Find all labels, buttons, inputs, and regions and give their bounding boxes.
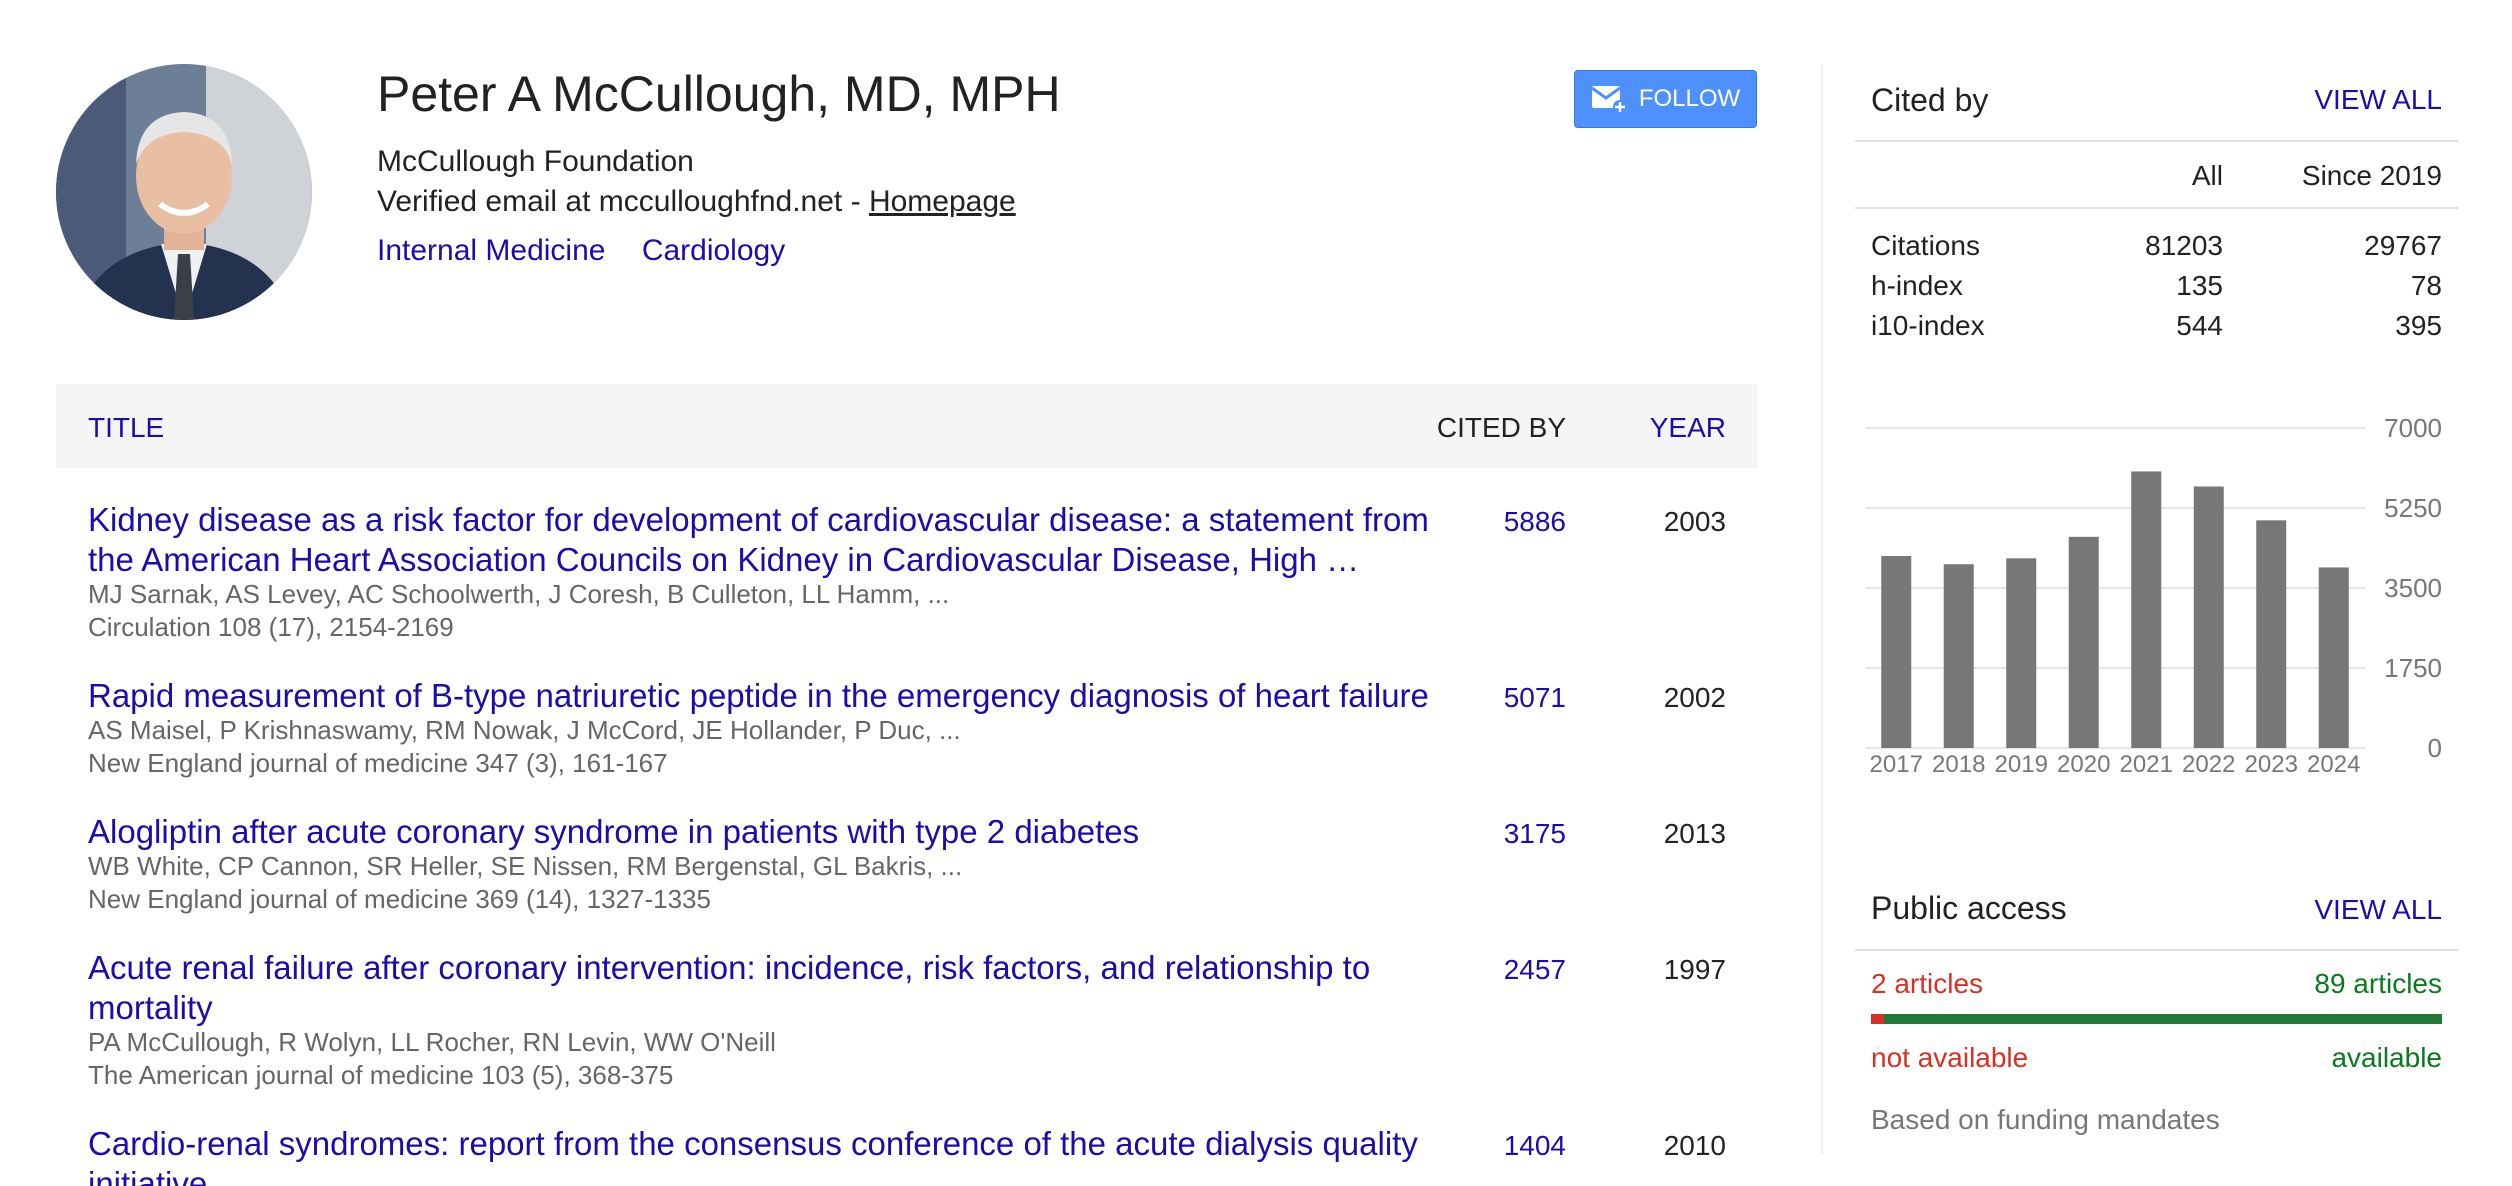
article-title[interactable]: Alogliptin after acute coronary syndrome… [88,812,1448,852]
citations-per-year-chart: 0 1750 3500 5250 7000 2017 2018 2019 2020 2021 202… [1865,413,2442,778]
article-cited-count[interactable]: 5886 [1504,506,1566,538]
chart-x-tick-label: 2024 [2307,751,2360,778]
cited-by-view-all[interactable]: VIEW ALL [2314,84,2442,116]
chart-x-tick-label: 2017 [1870,751,1923,778]
funding-mandates-note: Based on funding mandates [1871,1104,2220,1135]
chart-x-tick-label: 2019 [1995,751,2048,778]
column-divider [1821,64,1823,1154]
article-title[interactable]: Kidney disease as a risk factor for deve… [88,500,1448,580]
stat-all: 544 [2176,310,2223,341]
article-title[interactable]: Cardio-renal syndromes: report from the … [88,1124,1448,1186]
mail-plus-icon [1590,86,1627,114]
sidebar: Cited by VIEW ALL All Since 2019 Citatio… [1855,0,2458,1186]
article-cited-count[interactable]: 2457 [1504,954,1566,986]
chart-bar-2017[interactable] [1881,556,1912,748]
stat-since: 395 [2395,310,2442,341]
stats-col-all: All [2191,160,2223,191]
chart-bar-2024[interactable] [2318,567,2349,748]
stat-label[interactable]: Citations [1871,230,1980,262]
article-venue: New England journal of medicine 347 (3),… [88,748,668,778]
chart-x-tick-label: 2020 [2057,751,2110,778]
interest-internal-medicine[interactable]: Internal Medicine [377,234,605,267]
stat-all: 135 [2176,270,2223,301]
stat-since: 29767 [2364,230,2442,261]
not-available-label: not available [1871,1042,2029,1073]
article-year: 2003 [1663,506,1726,537]
cited-by-column-header[interactable]: CITED BY [1437,412,1566,444]
article-year: 1997 [1663,954,1726,985]
interest-cardiology[interactable]: Cardiology [642,234,785,267]
affiliation: McCullough Foundation [377,145,694,178]
not-available-bar-fill [1871,1014,1884,1024]
follow-label: FOLLOW [1638,85,1741,112]
chart-x-tick-label: 2023 [2245,751,2298,778]
article-venue: New England journal of medicine 369 (14)… [88,884,711,914]
chart-y-tick-label: 7000 [2384,413,2442,443]
articles-table-header: TITLE CITED BY YEAR [56,384,1758,468]
research-interests: Internal Medicine Cardiology [377,233,813,269]
article-title[interactable]: Acute renal failure after coronary inter… [88,948,1448,1028]
stat-since: 78 [2410,270,2442,301]
stat-label[interactable]: h-index [1871,270,1963,302]
chart-x-tick-label: 2021 [2120,751,2173,778]
chart-bar-2018[interactable] [1943,564,1974,748]
email-line: Verified email at mcculloughfnd.net - Ho… [377,184,1016,220]
available-count[interactable]: 89 articles [2314,968,2442,1000]
chart-y-tick-label: 5250 [2384,493,2442,523]
sort-by-title[interactable]: TITLE [88,412,164,444]
public-access-title: Public access [1871,890,2067,926]
article-cited-count[interactable]: 5071 [1504,682,1566,714]
article-authors: WB White, CP Cannon, SR Heller, SE Nisse… [88,851,963,881]
article-venue: Circulation 108 (17), 2154-2169 [88,612,454,642]
verified-email: Verified email at mcculloughfnd.net - [377,185,869,218]
article-authors: PA McCullough, R Wolyn, LL Rocher, RN Le… [88,1027,776,1057]
stats-col-since: Since 2019 [2301,160,2442,191]
available-label: available [2331,1042,2442,1073]
profile-photo [56,64,312,320]
article-authors: MJ Sarnak, AS Levey, AC Schoolwerth, J C… [88,579,950,609]
chart-bar-2021[interactable] [2131,471,2162,748]
not-available-count[interactable]: 2 articles [1871,968,1983,1000]
divider [1855,949,2458,951]
article-cited-count[interactable]: 3175 [1504,818,1566,850]
chart-y-tick-label: 1750 [2384,653,2442,683]
stat-label[interactable]: i10-index [1871,310,1985,342]
chart-bar-2019[interactable] [2006,558,2037,748]
chart-x-tick-label: 2018 [1932,751,1985,778]
profile-name: Peter A McCullough, MD, MPH [377,66,1061,122]
public-access-bar [1871,1014,2442,1024]
chart-bar-2020[interactable] [2068,536,2099,748]
chart-bar-2022[interactable] [2193,486,2224,748]
follow-button[interactable]: FOLLOW [1574,70,1757,128]
chart-y-tick-label: 3500 [2384,573,2442,603]
sort-by-year[interactable]: YEAR [1650,412,1726,444]
divider [1855,207,2458,209]
article-year: 2002 [1663,682,1726,713]
article-title[interactable]: Rapid measurement of B-type natriuretic … [88,676,1448,716]
homepage-link[interactable]: Homepage [869,185,1016,218]
chart-y-tick-label: 0 [2428,733,2442,763]
article-cited-count[interactable]: 1404 [1504,1130,1566,1162]
cited-by-title: Cited by [1871,82,1989,118]
article-year: 2013 [1663,818,1726,849]
chart-x-tick-label: 2022 [2182,751,2235,778]
article-year: 2010 [1663,1130,1726,1161]
public-access-view-all[interactable]: VIEW ALL [2314,894,2442,926]
article-authors: AS Maisel, P Krishnaswamy, RM Nowak, J M… [88,715,961,745]
stat-all: 81203 [2145,230,2223,261]
article-venue: The American journal of medicine 103 (5)… [88,1060,674,1090]
chart-bar-2023[interactable] [2256,520,2287,748]
divider [1855,140,2458,142]
